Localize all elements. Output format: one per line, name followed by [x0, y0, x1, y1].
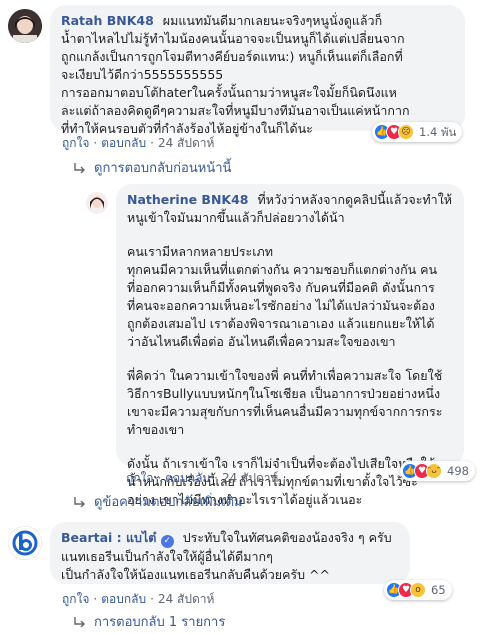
separator-dot: ·	[93, 592, 98, 606]
reactions-summary[interactable]: 👍 ♥ ☹ 1.4 พัน	[372, 122, 463, 142]
comment-actions: ถูกใจ · ตอบกลับ · 24 สัปดาห์	[62, 134, 214, 152]
reply-text-line: ทำของเขา	[127, 422, 185, 437]
reply-bubble: Natherine BNK48 ที่หวังว่าหลังจากดูคลิปน…	[116, 184, 464, 507]
view-replies-link[interactable]: การตอบกลับ 1 รายการ	[72, 614, 225, 632]
reply-actions: ถูกใจ · ตอบกลับ · 24 สัปดาห์	[126, 469, 278, 487]
reactions-summary[interactable]: 👍 ♥ ᵔᴗᵔ 498	[400, 461, 475, 481]
reply-button[interactable]: ตอบกลับ	[101, 590, 146, 608]
comment-text-line: น้ำตาไหลไปไม่รู้ทำไมน้องคนนั้นอาจจะเป็นห…	[61, 31, 405, 46]
reaction-count: 1.4 พัน	[419, 125, 457, 139]
wow-icon: o	[410, 582, 426, 598]
like-button[interactable]: ถูกใจ	[126, 469, 153, 487]
separator-dot: ·	[214, 471, 218, 485]
timestamp[interactable]: 24 สัปดาห์	[158, 590, 214, 608]
view-more-replies-label: ดูข้อความตอบกลับเพิ่มเติม	[94, 495, 243, 510]
comment-text-line: ผมแนทมันดีมากเลยนะจริงๆหนูนั่งดูแล้วก็	[162, 13, 383, 28]
comment-author[interactable]: Beartai : แบไต๋ ✓	[61, 530, 174, 548]
comment-text-line: แนทเธอรีนเป็นกำลังใจให้ผู้อื่นได้ดีมากๆ	[61, 549, 273, 564]
comment-bubble: Ratah BNK48 ผมแนทมันดีมากเลยนะจริงๆหนูนั…	[50, 5, 465, 136]
haha-icon: ᵔᴗᵔ	[426, 463, 442, 479]
comment-actions: ถูกใจ · ตอบกลับ · 24 สัปดาห์	[62, 590, 214, 608]
reply-text-line: ถูกต้องเสมอไป เราต้องพิจารณาเอาเอง แล้วแ…	[127, 316, 435, 331]
reaction-count: 498	[447, 464, 469, 478]
reply-text-line: หนูเข้าใจมันมากขึ้นแล้วก็ปล่อยวางได้น้า	[127, 210, 345, 225]
comment-text-line: ประทับใจในทัศนคติของน้องจริง ๆ ครับ	[182, 530, 392, 545]
comment-text-line: ละแต่ถ้าลองคิดดูดีๆความสะใจที่หนูมีบางที…	[61, 103, 410, 118]
reply-text-line: ที่หวังว่าหลังจากดูคลิปนี้แล้วจะทำให้	[257, 192, 453, 207]
timestamp[interactable]: 24 สัปดาห์	[222, 469, 278, 487]
separator-dot: ·	[157, 471, 162, 485]
comment-text-line: จะเงียบไว้ดีกว่า5555555555	[61, 67, 224, 82]
reply-arrow-icon	[74, 497, 85, 508]
reply-button[interactable]: ตอบกลับ	[165, 469, 210, 487]
reply-author[interactable]: Natherine BNK48	[127, 192, 249, 207]
separator-dot: ·	[150, 136, 154, 150]
reply-text-line: ที่คนจะออกความเห็นอะไรซักอย่าง ไม่ได้แปล…	[127, 298, 435, 313]
avatar[interactable]	[8, 526, 42, 560]
reply-text-line: พี่คิดว่า ในความเข้าใจของพี่ คนที่ทำเพื่…	[127, 368, 443, 383]
separator-dot: ·	[150, 592, 154, 606]
reaction-count: 65	[431, 583, 446, 597]
comment-text-line: ถูกแกล้งเป็นการถูกโจมตีทางคีย์บอร์ดแทน:)…	[61, 49, 403, 64]
reactions-summary[interactable]: 👍 ♥ o 65	[384, 580, 452, 600]
reply-button[interactable]: ตอบกลับ	[101, 134, 146, 152]
comment-author[interactable]: Ratah BNK48	[61, 13, 154, 28]
avatar[interactable]	[86, 192, 108, 214]
comment-bubble: Beartai : แบไต๋ ✓ ประทับใจในทัศนคติของน้…	[50, 522, 410, 584]
reply-arrow-icon	[74, 617, 85, 628]
reply-text-line: เขาจะมีความสุขกับการที่เห็นคนอื่นมีความท…	[127, 404, 443, 419]
reply-arrow-icon	[74, 163, 85, 174]
comment-text-line: การออกมาตอบโต้haterในครั้งนั้นถามว่าหนูส…	[61, 85, 397, 100]
reply-text-line: ว่าอันไหนดีเพื่อต่อ อันไหนดีเพื่อความสะใ…	[127, 334, 396, 349]
reply-text-line: คนเรามีหลากหลายประเภท	[127, 244, 273, 259]
verified-badge-icon: ✓	[160, 535, 174, 548]
like-button[interactable]: ถูกใจ	[62, 134, 89, 152]
sad-icon: ☹	[398, 124, 414, 140]
reply-text-line: ทุกคนมีความเห็นที่แตกต่างกัน ความชอบก็แต…	[127, 262, 438, 277]
reply-text-line: วิธีการBullyแบบหนักๆในโซเชียล เป็นอาการป…	[127, 386, 441, 401]
author-name: Beartai : แบไต๋	[61, 530, 157, 545]
separator-dot: ·	[93, 136, 98, 150]
view-replies-label: การตอบกลับ 1 รายการ	[94, 615, 226, 630]
view-previous-replies-link[interactable]: ดูการตอบกลับก่อนหน้านี้	[72, 160, 231, 178]
reply-text-line: ที่ออกความเห็นก็มีทั้งคนที่พูดจริง กับคน…	[127, 280, 435, 295]
like-button[interactable]: ถูกใจ	[62, 590, 89, 608]
view-previous-replies-label: ดูการตอบกลับก่อนหน้านี้	[94, 161, 232, 176]
avatar[interactable]	[8, 9, 42, 43]
timestamp[interactable]: 24 สัปดาห์	[158, 134, 214, 152]
view-more-replies-link[interactable]: ดูข้อความตอบกลับเพิ่มเติม	[72, 494, 243, 512]
comment-text-line: เป็นกำลังใจให้น้องแนทเธอรีนกลับคืนด้วยคร…	[61, 567, 331, 582]
